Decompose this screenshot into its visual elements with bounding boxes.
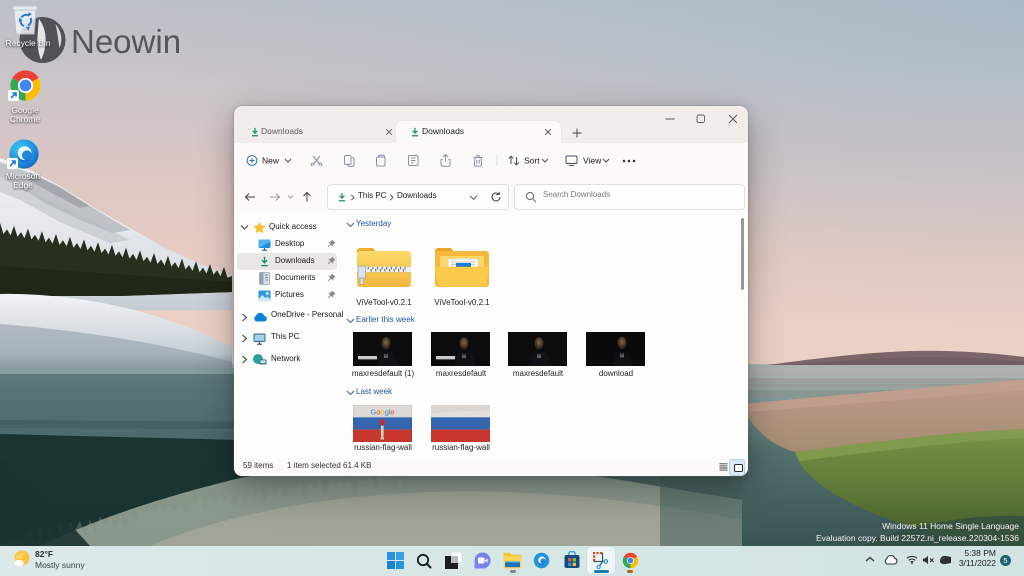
svg-text:Neowin: Neowin [71, 23, 181, 60]
svg-text:New: New [262, 156, 280, 166]
svg-text:Sort: Sort [524, 156, 540, 166]
svg-text:View: View [583, 156, 602, 166]
svg-text:Google: Google [370, 408, 394, 417]
